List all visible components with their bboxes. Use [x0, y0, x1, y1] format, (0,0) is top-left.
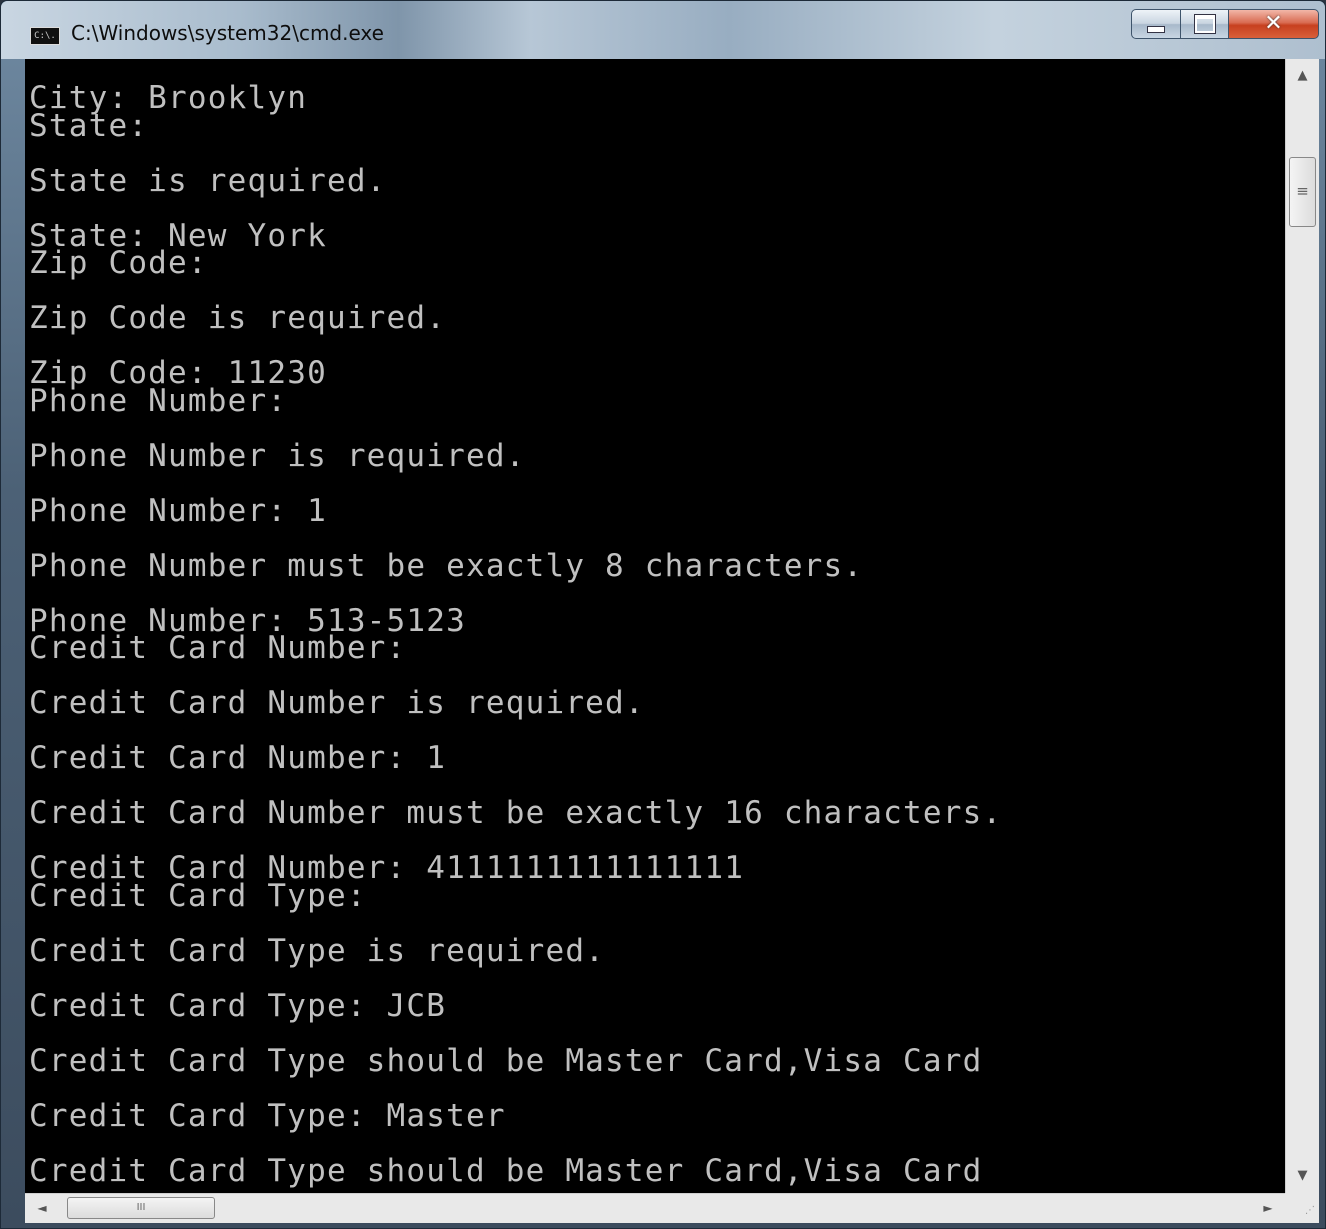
console-line: Credit Card Type: JCB [29, 987, 447, 1024]
console-line: Phone Number is required. [29, 437, 526, 474]
window-title: C:\Windows\system32\cmd.exe [71, 21, 384, 45]
console-line: Credit Card Type: [29, 877, 367, 914]
close-icon: ✕ [1264, 11, 1283, 36]
console-line: Credit Card Type should be Master Card,V… [29, 1042, 983, 1079]
horizontal-scroll-thumb[interactable]: III [67, 1197, 215, 1219]
resize-grip-icon[interactable]: ⋰ [1285, 1193, 1319, 1223]
minimize-icon [1147, 25, 1165, 33]
console-line: Credit Card Type should be Master Card,V… [29, 1152, 983, 1189]
console-line: Credit Card Number must be exactly 16 ch… [29, 795, 1003, 831]
scroll-up-arrow-icon[interactable]: ▲ [1286, 59, 1319, 93]
title-bar[interactable]: C:\. C:\Windows\system32\cmd.exe ✕ [1, 1, 1325, 59]
vertical-scrollbar[interactable]: ▲ ≡ ▼ [1285, 59, 1319, 1193]
scroll-down-arrow-icon[interactable]: ▼ [1286, 1159, 1319, 1193]
maximize-button[interactable] [1181, 9, 1229, 39]
console-line: Phone Number: [29, 382, 288, 419]
console-app-icon[interactable]: C:\. [30, 27, 60, 45]
close-button[interactable]: ✕ [1229, 9, 1319, 39]
vertical-scroll-thumb[interactable]: ≡ [1289, 157, 1316, 227]
console-line: Credit Card Number: 1 [29, 740, 447, 776]
console-text: City: Brooklyn State: State is required.… [25, 59, 1285, 1187]
scroll-left-arrow-icon[interactable]: ◄ [25, 1194, 59, 1223]
console-window: C:\. C:\Windows\system32\cmd.exe ✕ City:… [0, 0, 1326, 1229]
console-output[interactable]: City: Brooklyn State: State is required.… [25, 59, 1285, 1193]
console-line: Credit Card Type: Master [29, 1097, 506, 1134]
console-line: Phone Number: 1 [29, 492, 327, 529]
minimize-button[interactable] [1131, 9, 1181, 39]
caption-buttons: ✕ [1131, 9, 1319, 41]
console-line: State: [29, 107, 149, 144]
console-line: State is required. [29, 162, 387, 199]
maximize-icon [1193, 14, 1216, 34]
console-line: Credit Card Number: [29, 630, 407, 666]
console-line: Zip Code: [29, 245, 208, 281]
console-line: Credit Card Type is required. [29, 932, 606, 969]
console-line: Credit Card Number is required. [29, 685, 645, 721]
scroll-right-arrow-icon[interactable]: ► [1251, 1194, 1285, 1223]
console-line: Phone Number must be exactly 8 character… [29, 547, 864, 584]
console-line: Zip Code is required. [29, 300, 447, 336]
horizontal-scrollbar[interactable]: ◄ III ► [25, 1193, 1285, 1223]
